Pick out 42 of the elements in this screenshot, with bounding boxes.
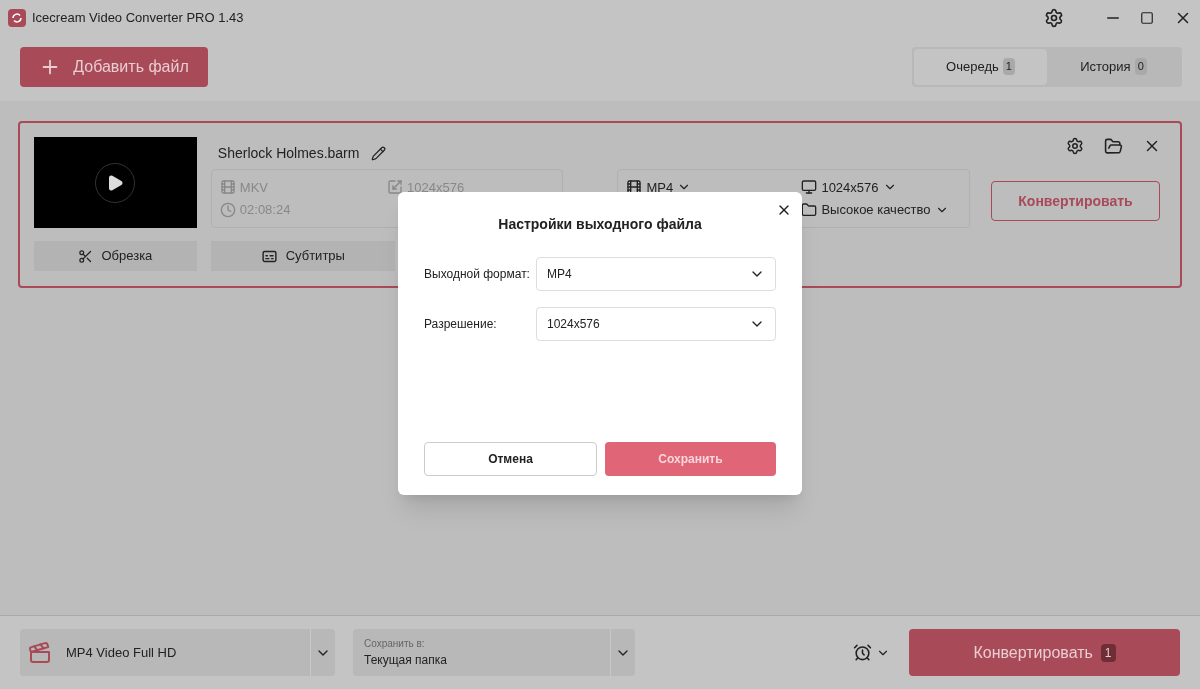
dialog-title: Настройки выходного файла [498,215,702,234]
app-logo-icon [8,8,26,27]
count-badge: 1 [1100,643,1116,662]
resolution-dropdown[interactable]: 1024x576 [801,176,961,199]
subtitles-button[interactable]: Субтитры [210,241,395,271]
file-name: Sherlock Holmes.barm [217,143,360,163]
tab[interactable]: Очередь 1 [914,48,1047,85]
schedule-button[interactable] [853,643,890,662]
format-dropdown[interactable]: MP4 [626,176,802,199]
film-icon [219,179,236,196]
video-thumbnail[interactable] [34,137,197,228]
pencil-icon[interactable] [371,145,387,161]
preset-name: MP4 Video Full HD [66,643,178,662]
save-folder: Текущая папка [364,652,448,669]
save-location-dropdown[interactable]: Сохранить в: Текущая папка [353,629,635,676]
maximize-icon[interactable] [1140,10,1154,25]
field-label: Выходной формат: [424,266,531,283]
count-badge: 0 [1134,58,1147,75]
play-icon [106,173,125,192]
preset-dropdown[interactable]: MP4 Video Full HD [20,629,335,676]
video-file-icon [28,640,52,665]
select-field[interactable]: 1024x576 [536,307,776,341]
window-title: Icecream Video Converter PRO 1.43 [32,8,244,27]
convert-all-button[interactable]: Конвертировать 1 [909,629,1180,676]
add-file-button[interactable]: Добавить файл [20,46,208,87]
tab[interactable]: История 0 [1047,48,1180,85]
clock-icon [219,201,236,218]
resolution-icon [387,179,404,196]
field-label: Разрешение: [424,316,498,333]
trim-button[interactable]: Обрезка [34,241,197,271]
cancel-button[interactable]: Отмена [424,442,597,476]
count-badge: 1 [1002,58,1015,75]
settings-icon[interactable] [1044,7,1064,28]
alarm-clock-icon [853,643,872,662]
save-label: Сохранить в: [364,637,426,651]
folder-icon[interactable] [1104,136,1123,156]
scissors-icon [78,248,94,264]
settings-icon[interactable] [1066,137,1084,155]
monitor-icon [801,179,818,196]
folder-icon [801,201,818,218]
select-field[interactable]: MP4 [536,257,776,291]
quality-dropdown[interactable]: Высокое качество [801,198,961,221]
